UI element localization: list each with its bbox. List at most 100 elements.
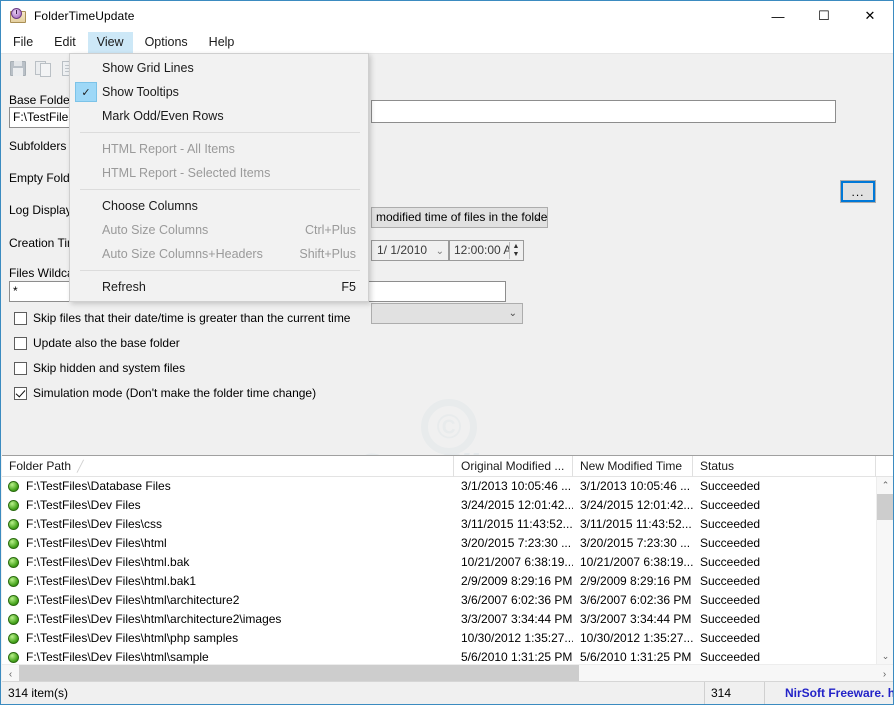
cell-text: 10/21/2007 6:38:19... — [580, 555, 693, 569]
status-nirsoft-link[interactable]: NirSoft Freeware. http — [765, 682, 893, 704]
title-bar: FolderTimeUpdate — ☐ ✕ — [1, 1, 893, 31]
menu-separator — [80, 270, 360, 271]
menu-options[interactable]: Options — [136, 32, 197, 53]
cell-original: 3/24/2015 12:01:42... — [454, 496, 573, 515]
cell-text: Succeeded — [700, 593, 761, 607]
maximize-icon[interactable]: ☐ — [801, 1, 847, 31]
cell-text: Succeeded — [700, 536, 761, 550]
status-total-count: 314 — [705, 681, 765, 704]
column-original-modified[interactable]: Original Modified ... — [454, 456, 573, 477]
cell-original: 3/11/2015 11:43:52... — [454, 515, 573, 534]
list-header: Folder Path ╱ Original Modified ... New … — [2, 456, 893, 477]
date-picker[interactable]: 1/ 1/2010 ⌄ — [371, 240, 449, 261]
cell-text: 3/1/2013 10:05:46 ... — [461, 479, 572, 493]
cell-text: 3/20/2015 7:23:30 ... — [461, 536, 572, 550]
cell-original: 5/6/2010 1:31:25 PM — [454, 648, 573, 665]
menu-edit[interactable]: Edit — [45, 32, 85, 53]
checkbox-box[interactable] — [14, 386, 27, 400]
minimize-icon[interactable]: — — [755, 1, 801, 31]
cell-text: 3/11/2015 11:43:52... — [580, 517, 692, 531]
table-row[interactable]: F:\TestFiles\Dev Files\html 3/20/2015 7:2… — [2, 534, 876, 553]
checkbox-skip-hidden-system[interactable]: Skip hidden and system files — [14, 361, 185, 375]
menu-item-show-tooltips[interactable]: ✓ Show Tooltips — [70, 80, 368, 104]
cell-text: 3/24/2015 12:01:42... — [580, 498, 693, 512]
column-folder-path[interactable]: Folder Path ╱ — [2, 456, 454, 477]
checkbox-simulation-mode[interactable]: Simulation mode (Don't make the folder t… — [14, 386, 316, 400]
cell-text: 3/20/2015 7:23:30 ... — [580, 536, 691, 550]
menu-separator — [80, 132, 360, 133]
column-new-modified[interactable]: New Modified Time — [573, 456, 693, 477]
cell-text: Succeeded — [700, 631, 761, 645]
vertical-scroll-thumb[interactable] — [877, 494, 893, 520]
list-rows[interactable]: F:\TestFiles\Database Files 3/1/2013 10:0… — [2, 477, 876, 665]
table-row[interactable]: F:\TestFiles\Dev Files\html\sample 5/6/20… — [2, 648, 876, 665]
browse-button[interactable]: ... — [840, 180, 876, 203]
cell-text: F:\TestFiles\Dev Files — [26, 498, 141, 512]
column-label: Folder Path — [9, 459, 72, 473]
view-dropdown-menu[interactable]: Show Grid Lines ✓ Show Tooltips Mark Odd/Ev… — [69, 53, 369, 302]
cell-text: 3/3/2007 3:34:44 PM — [461, 612, 573, 626]
cell-status: Succeeded — [693, 534, 876, 553]
time-source-combo[interactable]: modified time of files in the folde ⌄ — [371, 207, 548, 228]
menu-item-refresh[interactable]: Refresh F5 — [70, 275, 368, 299]
log-display-label: Log Display: — [9, 203, 76, 217]
save-icon[interactable] — [9, 60, 27, 77]
checkbox-label: Skip files that their date/time is great… — [33, 311, 351, 325]
table-row[interactable]: F:\TestFiles\Dev Files\html\architecture… — [2, 610, 876, 629]
close-icon[interactable]: ✕ — [847, 1, 893, 31]
cell-text: F:\TestFiles\Database Files — [26, 479, 171, 493]
table-row[interactable]: F:\TestFiles\Dev Files\css 3/11/2015 11:4… — [2, 515, 876, 534]
scroll-down-icon[interactable]: ⌄ — [877, 648, 893, 665]
cell-path: F:\TestFiles\Dev Files\html\architecture… — [2, 610, 454, 629]
menu-file[interactable]: File — [4, 32, 42, 53]
cell-new: 3/24/2015 12:01:42... — [573, 496, 693, 515]
cell-text: Succeeded — [700, 517, 761, 531]
cell-new: 5/6/2010 1:31:25 PM — [573, 648, 693, 665]
menu-item-mark-odd-even-rows[interactable]: Mark Odd/Even Rows — [70, 104, 368, 128]
spin-up-icon[interactable]: ▲ — [510, 242, 522, 251]
table-row[interactable]: F:\TestFiles\Dev Files\html\architecture… — [2, 591, 876, 610]
table-row[interactable]: F:\TestFiles\Dev Files\html.bak 10/21/200… — [2, 553, 876, 572]
cell-new: 3/3/2007 3:34:44 PM — [573, 610, 693, 629]
menu-bar: File Edit View Options Help — [1, 31, 893, 54]
menu-view[interactable]: View — [87, 31, 133, 53]
spin-down-icon[interactable]: ▼ — [510, 251, 522, 260]
log-display-combo[interactable]: ⌄ — [371, 303, 523, 324]
scroll-up-icon[interactable]: ⌃ — [877, 477, 893, 494]
checkbox-box[interactable] — [14, 311, 27, 325]
table-row[interactable]: F:\TestFiles\Dev Files\html\php samples 1… — [2, 629, 876, 648]
creation-time-label: Creation Tim — [9, 236, 78, 250]
table-row[interactable]: F:\TestFiles\Dev Files\html.bak1 2/9/2009… — [2, 572, 876, 591]
checkbox-update-base-folder[interactable]: Update also the base folder — [14, 336, 180, 350]
checkbox-skip-future-files[interactable]: Skip files that their date/time is great… — [14, 311, 350, 325]
menu-item-label: Auto Size Columns — [102, 223, 209, 237]
menu-item-choose-columns[interactable]: Choose Columns — [70, 194, 368, 218]
vertical-scrollbar[interactable]: ⌃ ⌄ — [876, 477, 893, 665]
check-icon: ✓ — [75, 82, 97, 102]
cell-original: 3/6/2007 6:02:36 PM — [454, 591, 573, 610]
menu-help[interactable]: Help — [200, 32, 244, 53]
column-status[interactable]: Status — [693, 456, 876, 477]
menu-separator — [80, 189, 360, 190]
horizontal-scrollbar[interactable]: ‹ › — [2, 664, 893, 683]
time-spinner[interactable]: ▲ ▼ — [509, 242, 522, 259]
cell-text: Succeeded — [700, 574, 761, 588]
results-list: Folder Path ╱ Original Modified ... New … — [2, 455, 893, 683]
cell-new: 10/30/2012 1:35:27... — [573, 629, 693, 648]
copy-icon[interactable] — [35, 60, 53, 77]
cell-text: Succeeded — [700, 650, 761, 664]
cell-status: Succeeded — [693, 572, 876, 591]
menu-item-auto-size-columns: Auto Size Columns Ctrl+Plus — [70, 218, 368, 242]
cell-text: 3/6/2007 6:02:36 PM — [580, 593, 692, 607]
checkbox-box[interactable] — [14, 361, 27, 375]
time-picker[interactable]: 12:00:00 AM ▲ ▼ — [449, 240, 524, 261]
table-row[interactable]: F:\TestFiles\Dev Files 3/24/2015 12:01:42… — [2, 496, 876, 515]
cell-path: F:\TestFiles\Dev Files — [2, 496, 454, 515]
cell-text: 3/24/2015 12:01:42... — [461, 498, 573, 512]
checkbox-box[interactable] — [14, 336, 27, 350]
menu-item-label: HTML Report - Selected Items — [102, 166, 271, 180]
menu-item-show-grid-lines[interactable]: Show Grid Lines — [70, 56, 368, 80]
cell-new: 2/9/2009 8:29:16 PM — [573, 572, 693, 591]
secondary-path-input[interactable] — [371, 100, 836, 123]
table-row[interactable]: F:\TestFiles\Database Files 3/1/2013 10:0… — [2, 477, 876, 496]
